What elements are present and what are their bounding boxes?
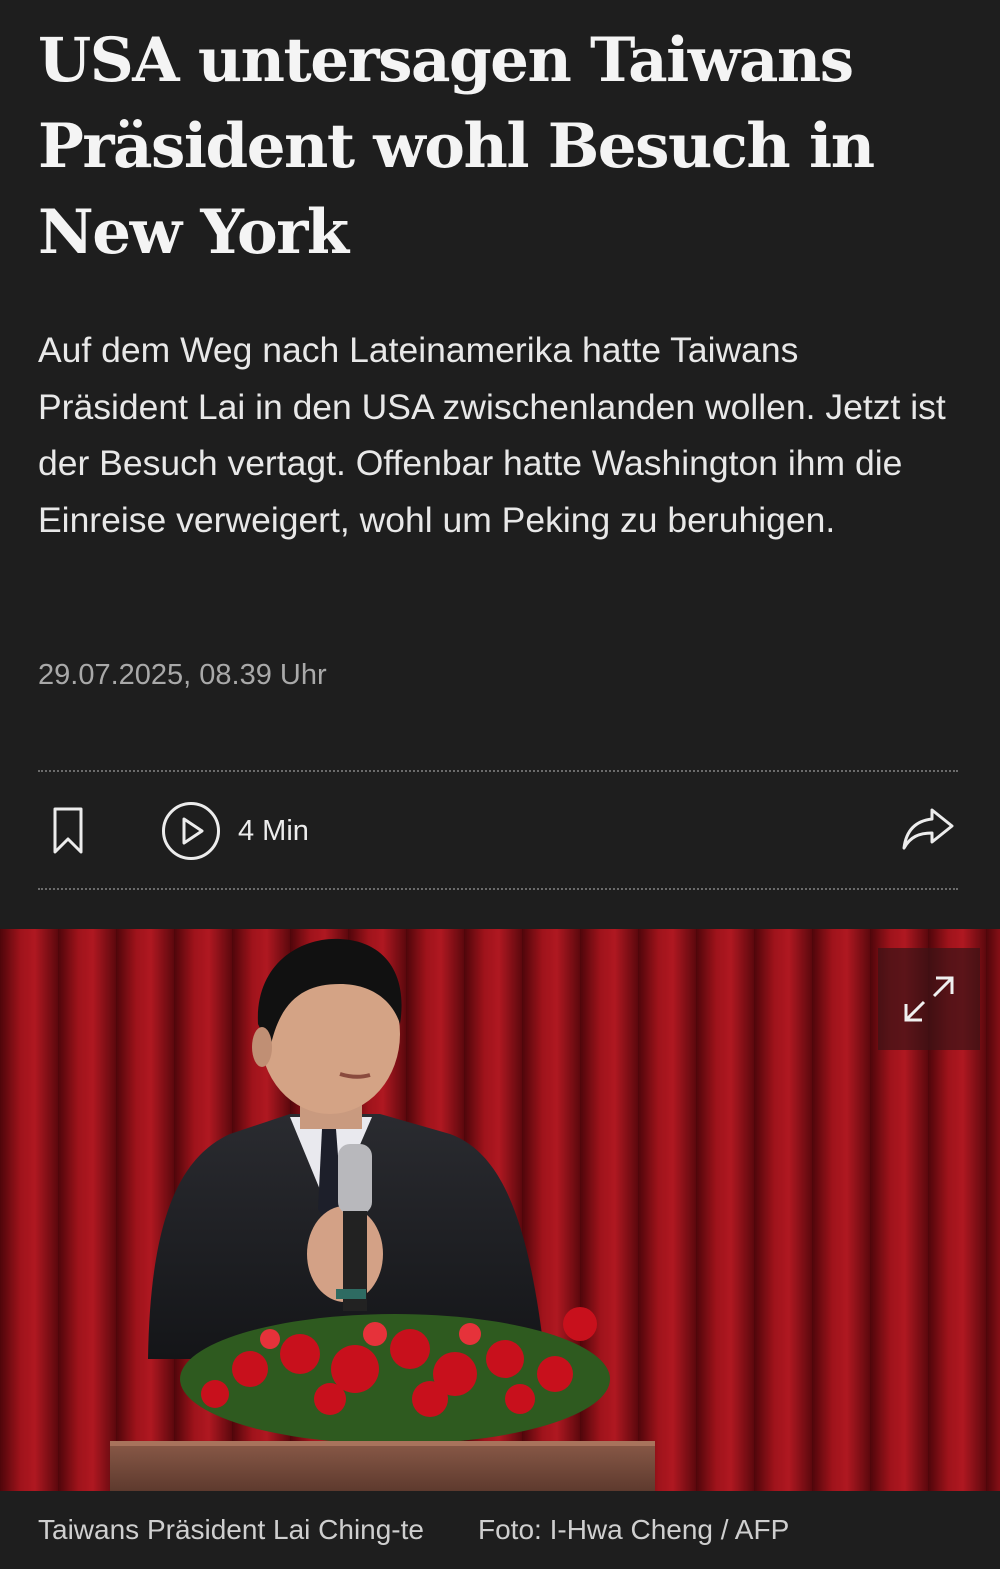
share-arrow-icon xyxy=(902,808,954,850)
bookmark-icon xyxy=(53,807,83,854)
play-circle-icon xyxy=(162,802,220,860)
publish-date: 29.07.2025, 08.39 Uhr xyxy=(38,659,327,691)
photo-caption: Taiwans Präsident Lai Ching-te Foto: I-H… xyxy=(0,1491,1000,1569)
expand-image-button[interactable] xyxy=(878,948,980,1050)
expand-icon xyxy=(904,976,954,1022)
audio-play-button[interactable] xyxy=(161,801,221,861)
read-time: 4 Min xyxy=(238,815,309,847)
divider-bottom xyxy=(38,888,958,890)
article-photo[interactable] xyxy=(0,929,1000,1491)
article-headline: USA untersagen Taiwans Präsident wohl Be… xyxy=(38,25,875,268)
bookmark-button[interactable] xyxy=(50,806,86,856)
article-toolbar: 4 Min xyxy=(0,772,1000,888)
share-button[interactable] xyxy=(900,804,956,852)
article-lead: Auf dem Weg nach Lateinamerika hatte Tai… xyxy=(38,330,946,540)
caption-text: Taiwans Präsident Lai Ching-te xyxy=(38,1514,424,1545)
photo-credit: Foto: I-Hwa Cheng / AFP xyxy=(478,1514,790,1545)
photo-illustration xyxy=(0,929,1000,1491)
